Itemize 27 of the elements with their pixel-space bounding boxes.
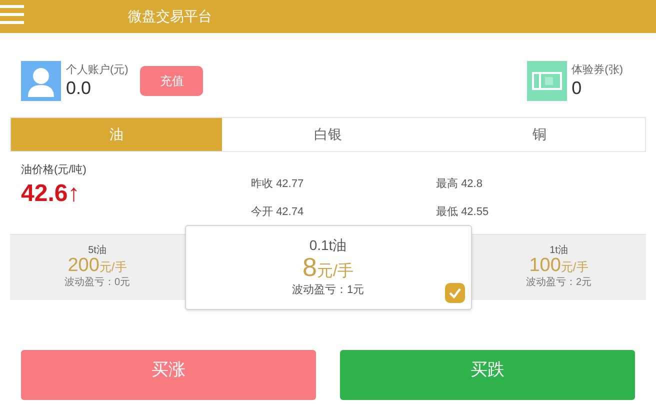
price-label: 油价格(元/吨) xyxy=(21,163,88,178)
product-card[interactable]: 5t油 200元/手 波动盈亏：0元 xyxy=(10,235,184,300)
product-name: 1t油 xyxy=(550,245,568,256)
product-name: 5t油 xyxy=(88,245,106,256)
product-price: 200元/手 xyxy=(68,256,127,275)
price-stat: 最高 42.8 xyxy=(436,176,484,192)
product-card[interactable]: 1t油 100元/手 波动盈亏：2元 xyxy=(472,235,646,300)
ticket-icon xyxy=(526,61,567,101)
product-fluctuation: 波动盈亏：0元 xyxy=(64,276,130,290)
check-icon xyxy=(444,283,464,303)
product-card[interactable]: 0.1t油 8元/手 波动盈亏：1元 xyxy=(184,225,472,310)
product-price: 100元/手 xyxy=(529,256,588,275)
voucher-count: 0 xyxy=(572,76,583,98)
voucher-label: 体验券(张) xyxy=(572,64,623,76)
price-stat: 昨收 42.77 xyxy=(251,177,305,192)
price-stat: 今开 42.74 xyxy=(251,205,305,220)
product-fluctuation: 波动盈亏：1元 xyxy=(292,283,364,298)
product-name: 0.1t油 xyxy=(309,236,347,254)
price-stat: 最低 42.55 xyxy=(436,205,490,220)
product-price: 8元/手 xyxy=(302,254,354,280)
current-price: 42.6↑ xyxy=(21,178,81,208)
menu-icon[interactable] xyxy=(0,3,26,27)
product-fluctuation: 波动盈亏：2元 xyxy=(526,276,592,290)
app-title: 微盘交易平台 xyxy=(128,7,212,26)
user-icon xyxy=(21,61,61,101)
account-balance: 0.0 xyxy=(66,76,92,98)
account-label: 个人账户(元) xyxy=(66,64,128,76)
